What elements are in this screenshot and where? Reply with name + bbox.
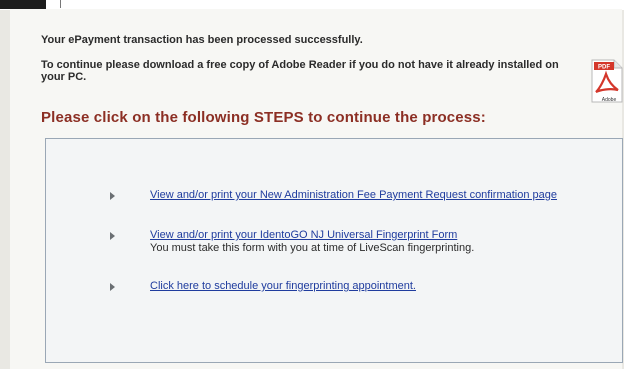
steps-heading: Please click on the following STEPS to c… xyxy=(41,109,486,126)
top-divider xyxy=(60,0,61,8)
fingerprint-form-link[interactable]: View and/or print your IdentoGO NJ Unive… xyxy=(150,229,457,241)
play-arrow-icon xyxy=(110,232,115,240)
confirmation-page-link[interactable]: View and/or print your New Administratio… xyxy=(150,189,557,201)
adobe-pdf-icon[interactable]: PDF Adobe xyxy=(586,56,624,106)
play-arrow-icon xyxy=(110,192,115,200)
fingerprint-note: You must take this form with you at time… xyxy=(150,242,475,254)
page-content: Your ePayment transaction has been proce… xyxy=(10,9,624,369)
success-message: Your ePayment transaction has been proce… xyxy=(41,34,363,46)
adobe-label: Adobe xyxy=(602,97,617,103)
pdf-icon-label: PDF xyxy=(598,65,610,71)
schedule-appointment-link[interactable]: Click here to schedule your fingerprinti… xyxy=(150,280,416,292)
play-arrow-icon xyxy=(110,283,115,291)
steps-box: View and/or print your New Administratio… xyxy=(45,138,623,363)
top-dark-bar xyxy=(0,0,46,9)
download-prompt: To continue please download a free copy … xyxy=(41,59,559,83)
